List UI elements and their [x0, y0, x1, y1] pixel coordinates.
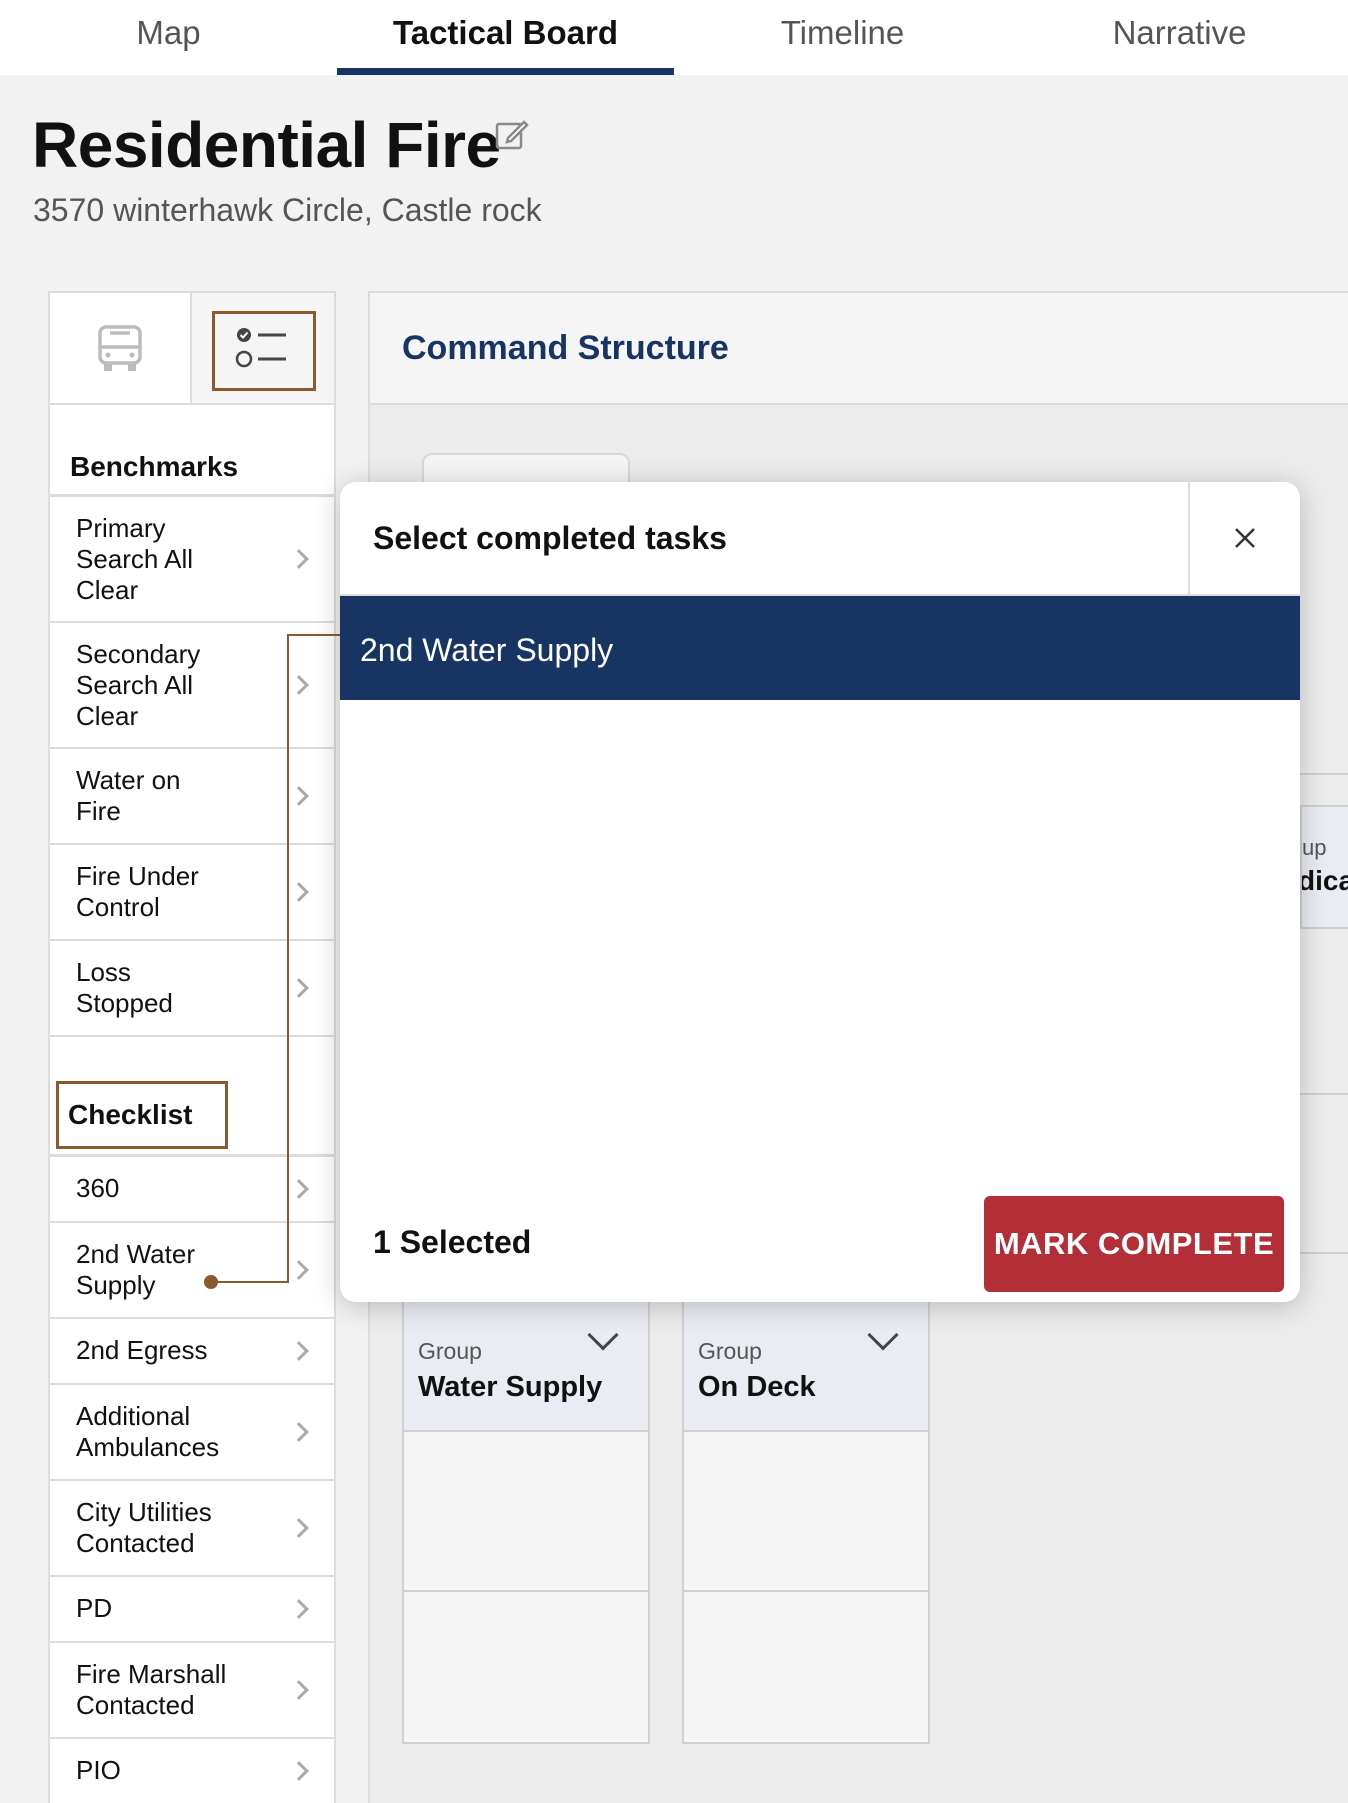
assignment-slot[interactable] — [684, 1432, 928, 1592]
group-card-partial[interactable]: up dica — [1300, 805, 1348, 929]
command-structure-title: Command Structure — [370, 293, 1348, 405]
incident-address: 3570 winterhawk Circle, Castle rock — [33, 192, 542, 228]
checklist-label: 2nd Egress — [76, 1335, 208, 1365]
sidebar-tabs — [50, 293, 334, 405]
annotation-dot — [204, 1275, 218, 1289]
checklist-item[interactable]: Additional Ambulances — [50, 1385, 334, 1481]
assignment-slot[interactable] — [404, 1432, 648, 1592]
modal-footer: 1 Selected MARK COMPLETE — [340, 1186, 1300, 1302]
benchmark-item[interactable]: Secondary Search All Clear — [50, 623, 334, 749]
checklist-label: PIO — [76, 1755, 121, 1785]
tab-timeline[interactable]: Timeline — [674, 0, 1011, 75]
divider — [1300, 1093, 1348, 1095]
checklist-label: 2nd Water Supply — [76, 1239, 195, 1300]
tab-tactical-board[interactable]: Tactical Board — [337, 0, 674, 75]
close-button[interactable] — [1188, 482, 1300, 594]
modal-title: Select completed tasks — [373, 520, 727, 556]
benchmark-item[interactable]: Primary Search All Clear — [50, 497, 334, 623]
modal-header: Select completed tasks — [340, 482, 1300, 596]
benchmark-label: Secondary Search All Clear — [76, 639, 201, 731]
checklist-label: PD — [76, 1593, 113, 1623]
checklist-label: Additional Ambulances — [76, 1401, 220, 1462]
benchmarks-heading: Benchmarks — [50, 405, 334, 497]
tab-map[interactable]: Map — [0, 0, 337, 75]
edit-icon[interactable] — [494, 116, 530, 152]
checklist-label: 360 — [76, 1173, 120, 1203]
checklist-title: Checklist — [68, 1099, 193, 1130]
group-name: Water Supply — [418, 1371, 603, 1403]
checklist-item[interactable]: City Utilities Contacted — [50, 1481, 334, 1577]
tab-apparatus[interactable] — [50, 293, 193, 403]
checklist-item[interactable]: PIO — [50, 1739, 334, 1803]
group-column-on-deck[interactable]: Group On Deck — [682, 1300, 930, 1744]
benchmark-label: Loss Stopped — [76, 957, 173, 1018]
close-icon — [1235, 528, 1255, 548]
divider — [1300, 1252, 1348, 1254]
checklist-item[interactable]: 2nd Water Supply — [50, 1223, 334, 1319]
checklist-icon — [235, 328, 287, 368]
benchmark-label: Water on Fire — [76, 765, 181, 826]
checklist-item[interactable]: Fire Marshall Contacted — [50, 1643, 334, 1739]
sidebar-panel: Benchmarks Primary Search All Clear Seco… — [48, 291, 336, 1803]
group-label: Group — [418, 1338, 482, 1364]
group-column-water-supply[interactable]: Group Water Supply — [402, 1300, 650, 1744]
task-option-selected[interactable]: 2nd Water Supply — [340, 596, 1300, 700]
checklist-label: Fire Marshall Contacted — [76, 1659, 227, 1720]
page-title: Residential Fire — [32, 109, 501, 181]
group-header[interactable]: Group Water Supply — [404, 1302, 648, 1432]
selected-count: 1 Selected — [373, 1224, 532, 1260]
group-name: dica — [1300, 865, 1348, 896]
tab-checklist[interactable] — [192, 293, 334, 403]
annotation-connector — [287, 634, 289, 1282]
annotation-connector — [287, 634, 347, 636]
checklist-item[interactable]: PD — [50, 1577, 334, 1643]
benchmark-label: Fire Under Control — [76, 861, 199, 922]
benchmark-item[interactable]: Fire Under Control — [50, 845, 334, 941]
divider — [1300, 773, 1348, 775]
checklist-item[interactable]: 360 — [50, 1157, 334, 1223]
mark-complete-button[interactable]: MARK COMPLETE — [984, 1196, 1284, 1292]
benchmark-item[interactable]: Loss Stopped — [50, 941, 334, 1037]
group-name: On Deck — [698, 1371, 816, 1403]
group-label: Group — [698, 1338, 762, 1364]
benchmark-label: Primary Search All Clear — [76, 513, 194, 605]
annotation-connector — [211, 1281, 289, 1283]
benchmark-item[interactable]: Water on Fire — [50, 749, 334, 845]
checklist-item[interactable]: 2nd Egress — [50, 1319, 334, 1385]
bus-icon — [98, 325, 142, 371]
group-header[interactable]: Group On Deck — [684, 1302, 928, 1432]
select-tasks-modal: Select completed tasks 2nd Water Supply … — [340, 482, 1300, 1302]
tab-narrative[interactable]: Narrative — [1011, 0, 1348, 75]
checklist-heading: Checklist — [50, 1037, 334, 1157]
checklist-label: City Utilities Contacted — [76, 1497, 212, 1558]
group-label: up — [1302, 835, 1327, 860]
top-tab-bar: Map Tactical Board Timeline Narrative — [0, 0, 1348, 75]
